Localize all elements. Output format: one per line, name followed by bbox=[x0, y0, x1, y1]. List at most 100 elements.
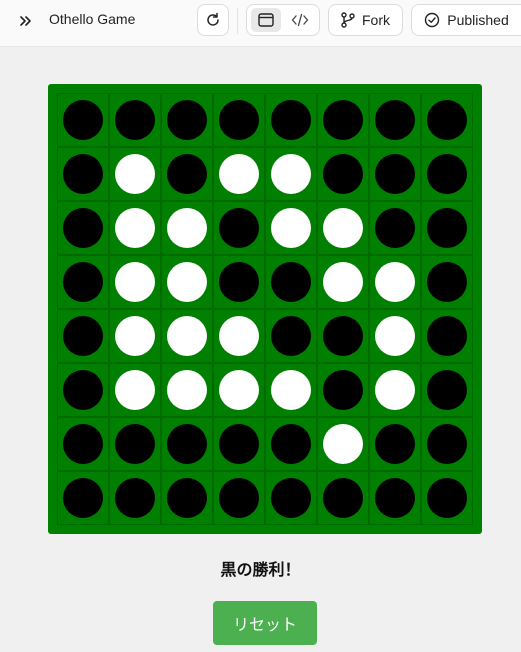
board-cell[interactable] bbox=[161, 309, 213, 363]
board-cell[interactable] bbox=[213, 147, 265, 201]
board-cell[interactable] bbox=[369, 417, 421, 471]
board-cell[interactable] bbox=[421, 309, 473, 363]
board-cell[interactable] bbox=[213, 93, 265, 147]
board-cell[interactable] bbox=[369, 255, 421, 309]
board-cell[interactable] bbox=[317, 363, 369, 417]
board-cell[interactable] bbox=[317, 201, 369, 255]
board-cell[interactable] bbox=[265, 417, 317, 471]
fork-button[interactable]: Fork bbox=[328, 4, 403, 36]
black-disc bbox=[167, 154, 207, 194]
board-cell[interactable] bbox=[109, 147, 161, 201]
board-cell[interactable] bbox=[369, 471, 421, 525]
white-disc bbox=[167, 370, 207, 410]
white-disc bbox=[271, 370, 311, 410]
board-cell[interactable] bbox=[57, 147, 109, 201]
board-cell[interactable] bbox=[57, 255, 109, 309]
expand-sidebar-button[interactable] bbox=[14, 10, 38, 32]
board-cell[interactable] bbox=[421, 201, 473, 255]
board-cell[interactable] bbox=[161, 201, 213, 255]
black-disc bbox=[219, 208, 259, 248]
black-disc bbox=[427, 478, 467, 518]
toolbar-divider bbox=[237, 8, 238, 34]
board-cell[interactable] bbox=[421, 93, 473, 147]
board-cell[interactable] bbox=[369, 147, 421, 201]
board-cell[interactable] bbox=[265, 471, 317, 525]
board-cell[interactable] bbox=[57, 417, 109, 471]
board-grid bbox=[57, 93, 473, 525]
board-cell[interactable] bbox=[109, 255, 161, 309]
black-disc bbox=[115, 478, 155, 518]
board-cell[interactable] bbox=[369, 363, 421, 417]
white-disc bbox=[219, 316, 259, 356]
preview-view-button[interactable] bbox=[251, 8, 281, 32]
black-disc bbox=[271, 100, 311, 140]
reset-button[interactable]: リセット bbox=[213, 601, 317, 645]
board-cell[interactable] bbox=[213, 255, 265, 309]
board-cell[interactable] bbox=[317, 147, 369, 201]
code-icon bbox=[291, 13, 309, 27]
board-cell[interactable] bbox=[213, 201, 265, 255]
black-disc bbox=[375, 208, 415, 248]
view-toggle-group bbox=[246, 4, 320, 36]
board-cell[interactable] bbox=[369, 201, 421, 255]
board-cell[interactable] bbox=[161, 417, 213, 471]
board-cell[interactable] bbox=[265, 201, 317, 255]
board-cell[interactable] bbox=[109, 417, 161, 471]
board-cell[interactable] bbox=[161, 471, 213, 525]
black-disc bbox=[427, 262, 467, 302]
board-cell[interactable] bbox=[421, 255, 473, 309]
board-cell[interactable] bbox=[57, 201, 109, 255]
board-cell[interactable] bbox=[369, 93, 421, 147]
board-cell[interactable] bbox=[213, 471, 265, 525]
board-cell[interactable] bbox=[161, 363, 213, 417]
black-disc bbox=[271, 478, 311, 518]
reload-button[interactable] bbox=[197, 4, 229, 36]
board-cell[interactable] bbox=[161, 255, 213, 309]
board-cell[interactable] bbox=[57, 93, 109, 147]
board-cell[interactable] bbox=[161, 147, 213, 201]
board-cell[interactable] bbox=[265, 363, 317, 417]
board-cell[interactable] bbox=[57, 363, 109, 417]
black-disc bbox=[63, 478, 103, 518]
board-cell[interactable] bbox=[109, 471, 161, 525]
white-disc bbox=[375, 370, 415, 410]
code-view-button[interactable] bbox=[285, 8, 315, 32]
black-disc bbox=[375, 154, 415, 194]
black-disc bbox=[323, 478, 363, 518]
black-disc bbox=[219, 262, 259, 302]
board-cell[interactable] bbox=[57, 471, 109, 525]
black-disc bbox=[219, 424, 259, 464]
board-cell[interactable] bbox=[421, 417, 473, 471]
game-status: 黒の勝利！ bbox=[220, 560, 301, 579]
black-disc bbox=[63, 100, 103, 140]
board-cell[interactable] bbox=[369, 309, 421, 363]
board-cell[interactable] bbox=[109, 309, 161, 363]
board-cell[interactable] bbox=[317, 309, 369, 363]
board-cell[interactable] bbox=[265, 309, 317, 363]
board-cell[interactable] bbox=[109, 363, 161, 417]
board-cell[interactable] bbox=[317, 255, 369, 309]
board-cell[interactable] bbox=[213, 417, 265, 471]
board-cell[interactable] bbox=[317, 93, 369, 147]
board-cell[interactable] bbox=[109, 93, 161, 147]
published-button[interactable]: Published bbox=[411, 4, 521, 36]
board-cell[interactable] bbox=[213, 309, 265, 363]
black-disc bbox=[271, 262, 311, 302]
reload-icon bbox=[207, 12, 219, 26]
board-cell[interactable] bbox=[57, 309, 109, 363]
black-disc bbox=[323, 316, 363, 356]
board-cell[interactable] bbox=[421, 471, 473, 525]
board-cell[interactable] bbox=[317, 417, 369, 471]
black-disc bbox=[63, 208, 103, 248]
board-cell[interactable] bbox=[109, 201, 161, 255]
board-cell[interactable] bbox=[421, 363, 473, 417]
board-cell[interactable] bbox=[421, 147, 473, 201]
white-disc bbox=[323, 262, 363, 302]
board-cell[interactable] bbox=[265, 255, 317, 309]
board-cell[interactable] bbox=[161, 93, 213, 147]
board-cell[interactable] bbox=[317, 471, 369, 525]
white-disc bbox=[219, 154, 259, 194]
board-cell[interactable] bbox=[213, 363, 265, 417]
board-cell[interactable] bbox=[265, 93, 317, 147]
board-cell[interactable] bbox=[265, 147, 317, 201]
